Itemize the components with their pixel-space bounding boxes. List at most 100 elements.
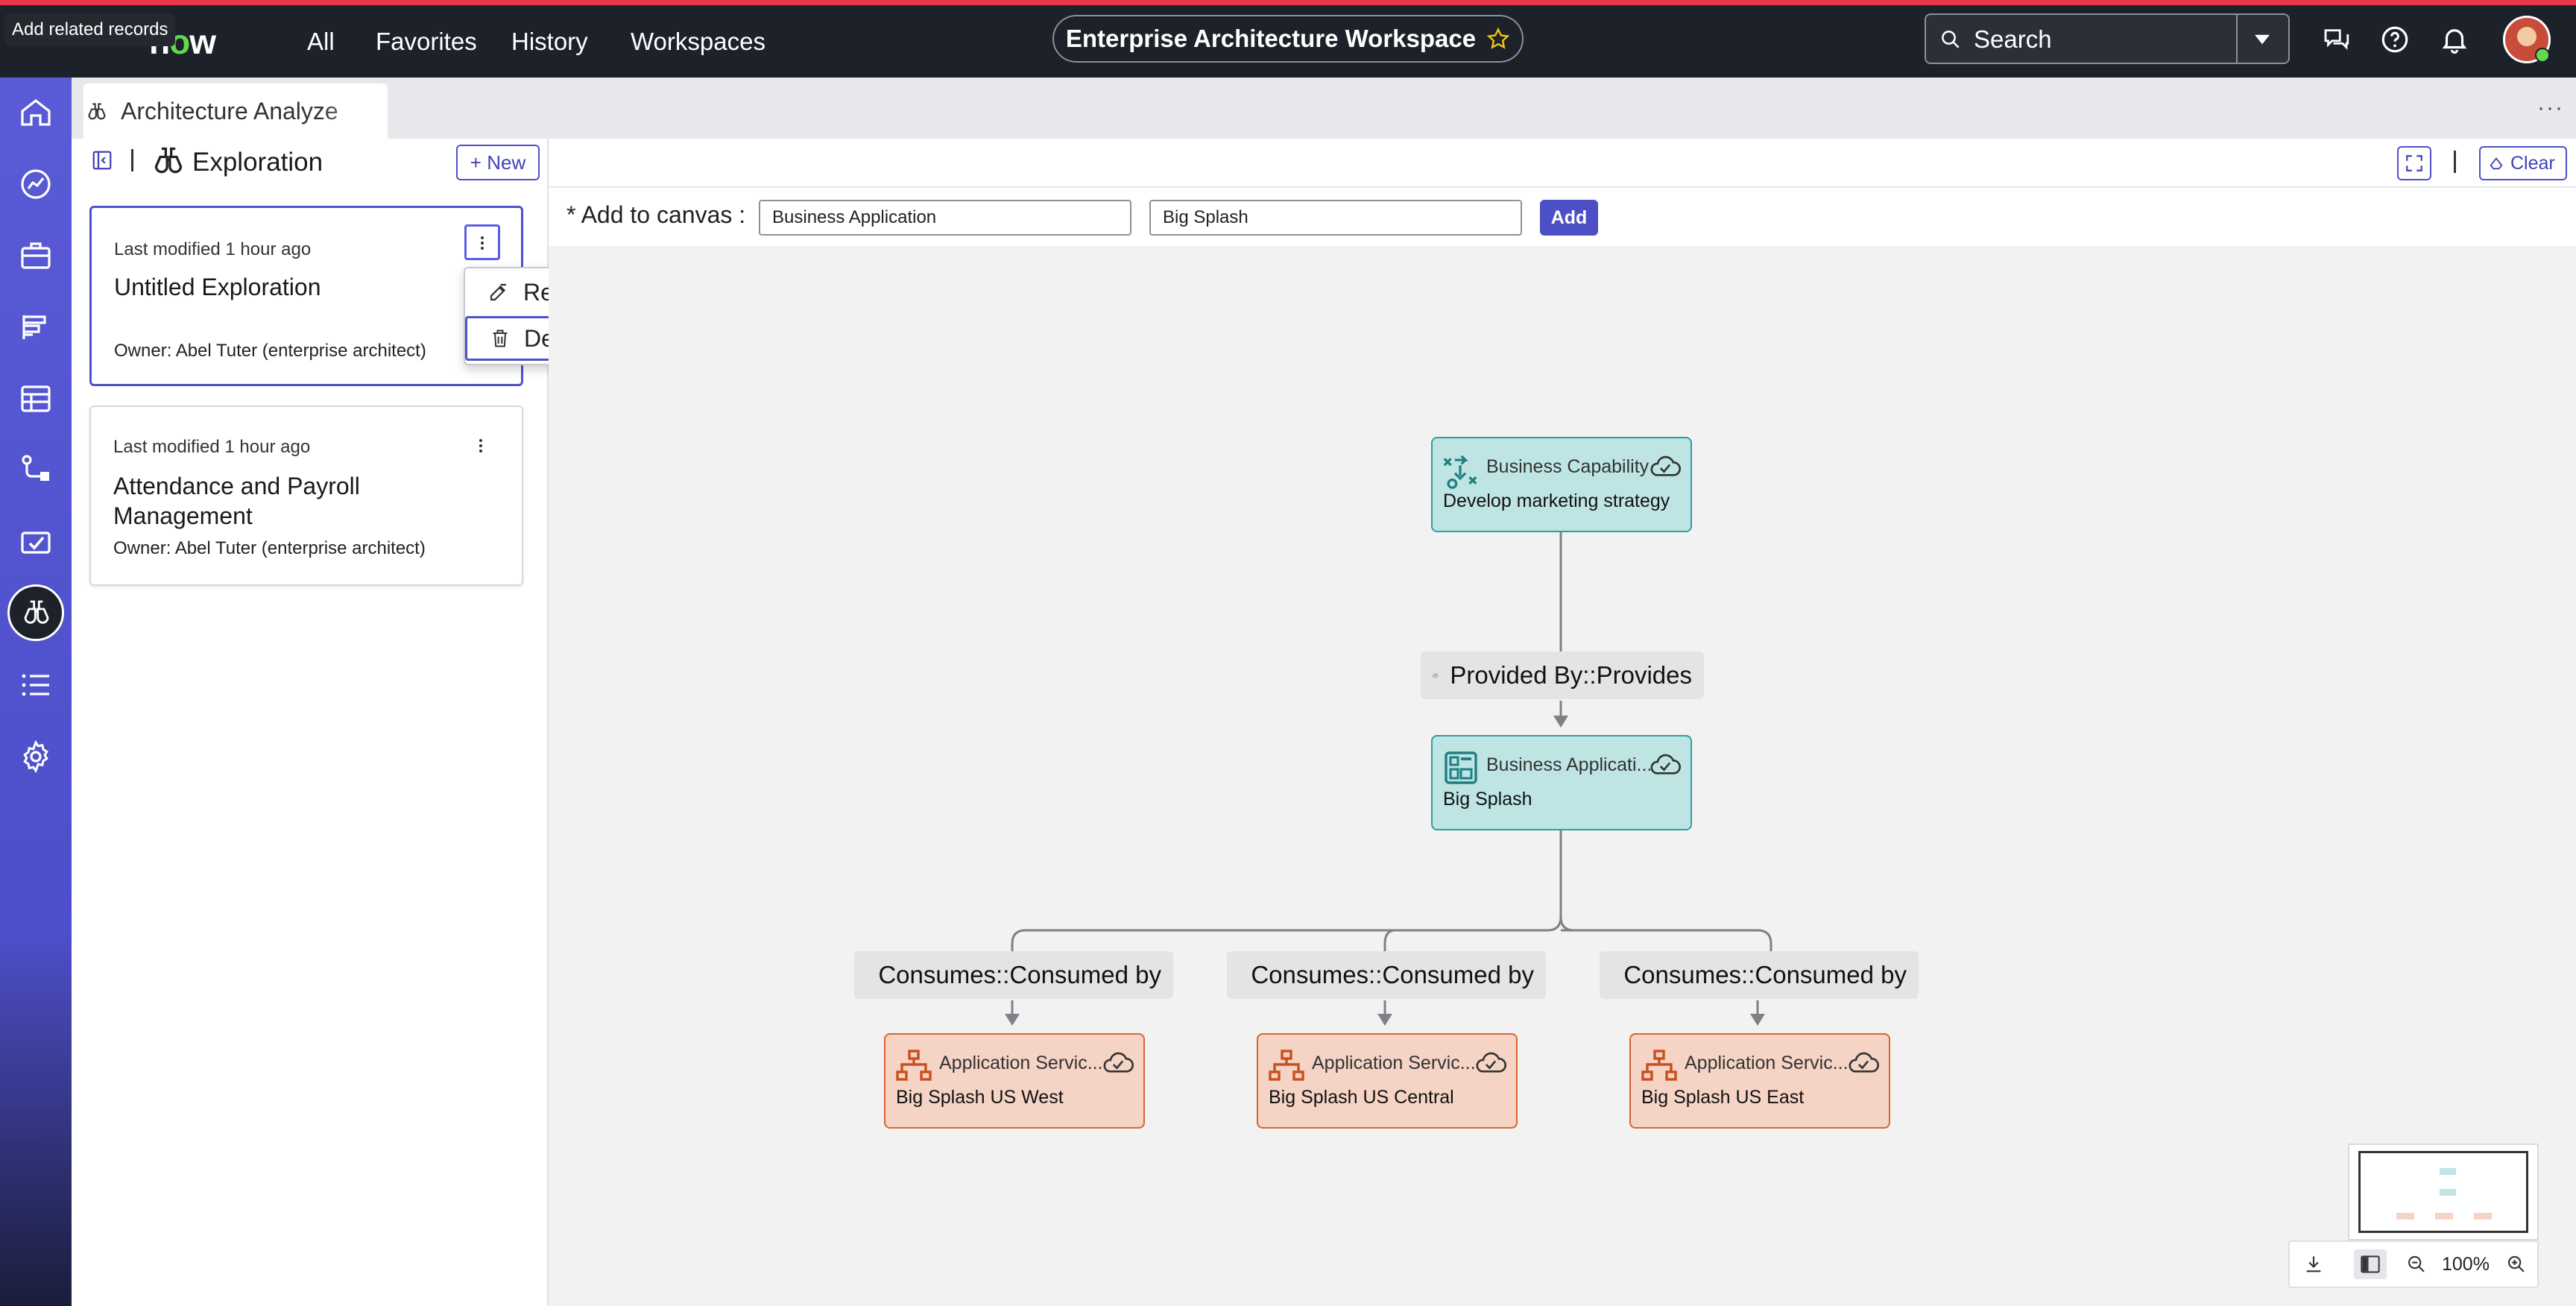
minimap-node: [2435, 1213, 2453, 1220]
edge-label-text: Consumes::Consumed by: [1251, 961, 1534, 988]
star-icon[interactable]: [1486, 27, 1510, 51]
more-vertical-icon[interactable]: [476, 437, 485, 455]
fullscreen-button[interactable]: [2397, 146, 2431, 180]
search-divider: [2236, 15, 2238, 63]
record-input[interactable]: Big Splash: [1149, 200, 1522, 236]
node-name: Big Splash: [1443, 789, 1532, 810]
node-type: Business Capability: [1486, 456, 1650, 477]
roadmap-icon[interactable]: [18, 309, 54, 345]
card-more-options-button[interactable]: [464, 224, 500, 260]
map-icon: [2361, 1255, 2380, 1273]
workflow-icon[interactable]: [18, 452, 54, 488]
application-icon: [1445, 751, 1477, 784]
more-vertical-icon: [481, 236, 484, 250]
briefcase-icon[interactable]: [18, 238, 54, 274]
search-scope-chevron-down-icon[interactable]: [2251, 30, 2273, 49]
cloud-check-icon: [1849, 1052, 1879, 1073]
settings-gear-icon[interactable]: [18, 739, 54, 775]
edge-label-consumes-west[interactable]: Consumes::Consumed by: [854, 951, 1173, 999]
home-icon[interactable]: [18, 95, 54, 130]
database-table-icon[interactable]: [18, 381, 54, 417]
tooltip: Add related records: [4, 13, 176, 46]
node-business-capability[interactable]: Business Capability Develop marketing st…: [1431, 437, 1692, 532]
edit-pencil-icon: [490, 283, 506, 301]
collapse-panel-icon[interactable]: [91, 149, 113, 171]
zoom-in-icon[interactable]: [2506, 1254, 2527, 1275]
card-last-modified: Last modified 1 hour ago: [114, 239, 312, 259]
list-icon[interactable]: [18, 667, 54, 703]
node-business-application[interactable]: Business Applicati... Big Splash: [1431, 735, 1692, 830]
top-navigation-bar: now All Favorites History Workspaces Ent…: [0, 0, 2576, 78]
minimap-node: [2396, 1213, 2414, 1220]
cloud-check-icon: [1476, 1052, 1506, 1073]
notification-bell-icon[interactable]: [2439, 24, 2470, 55]
clear-button[interactable]: Clear: [2479, 146, 2567, 180]
minimap-node: [2440, 1189, 2456, 1196]
class-input[interactable]: Business Application: [759, 200, 1131, 236]
assessment-icon[interactable]: [18, 524, 54, 560]
service-hierarchy-icon: [1269, 1050, 1304, 1081]
node-type: Business Applicati...: [1486, 754, 1652, 775]
new-exploration-button[interactable]: + New: [456, 145, 540, 180]
workspace-title-pill[interactable]: Enterprise Architecture Workspace: [1052, 15, 1524, 63]
trash-icon: [493, 329, 508, 347]
nav-history[interactable]: History: [511, 28, 588, 56]
online-status-dot: [2535, 48, 2550, 63]
user-avatar[interactable]: [2503, 16, 2551, 63]
card-owner: Owner: Abel Tuter (enterprise architect): [113, 538, 426, 558]
add-to-canvas-button[interactable]: Add: [1540, 200, 1598, 236]
tab-architecture-analyzer[interactable]: Architecture Analyze: [83, 83, 388, 139]
node-name: Big Splash US Central: [1269, 1087, 1454, 1108]
tab-label: Architecture Analyze: [121, 98, 338, 124]
workspace-title: Enterprise Architecture Workspace: [1065, 25, 1477, 52]
node-type: Application Servic...: [1312, 1053, 1476, 1073]
minimap-node: [2474, 1213, 2492, 1220]
minimap-toggle-button[interactable]: [2354, 1249, 2387, 1279]
card-last-modified: Last modified 1 hour ago: [113, 437, 311, 457]
download-icon[interactable]: [2303, 1254, 2324, 1275]
node-application-service-west[interactable]: Application Servic... Big Splash US West: [884, 1033, 1145, 1129]
zoom-controls: 100%: [2288, 1240, 2539, 1288]
node-application-service-east[interactable]: Application Servic... Big Splash US East: [1629, 1033, 1890, 1129]
nav-workspaces[interactable]: Workspaces: [631, 28, 765, 56]
binoculars-icon: [24, 600, 49, 624]
global-search[interactable]: Search: [1925, 13, 2290, 64]
toolbar-divider: [2454, 151, 2456, 173]
node-type: Application Servic...: [939, 1053, 1103, 1073]
zoom-out-icon[interactable]: [2406, 1254, 2427, 1275]
add-to-canvas-label: * Add to canvas :: [566, 201, 746, 228]
tab-overflow-more-icon[interactable]: ···: [2537, 95, 2564, 121]
avatar-face: [2517, 27, 2536, 46]
card-title[interactable]: Untitled Exploration: [114, 274, 321, 301]
nav-all[interactable]: All: [307, 28, 335, 56]
edge-label-provided-by[interactable]: Provided By::Provides: [1421, 652, 1704, 699]
cloud-icon: [1433, 673, 1439, 678]
edge-label-consumes-central[interactable]: Consumes::Consumed by: [1227, 951, 1546, 999]
canvas-toolbar: Clear: [549, 139, 2576, 188]
left-icon-rail: [0, 78, 72, 1306]
edge-label-text: Consumes::Consumed by: [1623, 961, 1907, 988]
node-application-service-central[interactable]: Application Servic... Big Splash US Cent…: [1257, 1033, 1518, 1129]
canvas-minimap[interactable]: [2348, 1143, 2539, 1240]
nav-favorites[interactable]: Favorites: [376, 28, 477, 56]
rail-exploration-active[interactable]: [7, 584, 64, 641]
search-input[interactable]: Search: [1974, 25, 2052, 54]
cloud-check-icon: [1650, 754, 1681, 775]
node-type: Application Servic...: [1685, 1053, 1849, 1073]
edge-label-text: Provided By::Provides: [1450, 661, 1692, 689]
binoculars-icon: [88, 103, 106, 120]
dashboard-icon[interactable]: [18, 166, 54, 202]
service-hierarchy-icon: [896, 1050, 932, 1081]
edge-label-consumes-east[interactable]: Consumes::Consumed by: [1600, 951, 1919, 999]
exploration-card-untitled[interactable]: Last modified 1 hour ago Untitled Explor…: [89, 206, 523, 386]
card-title[interactable]: Attendance and Payroll Management: [113, 471, 441, 531]
chat-icon[interactable]: [2320, 24, 2352, 55]
node-name: Develop marketing strategy: [1443, 490, 1670, 511]
binoculars-icon: [154, 147, 183, 174]
card-owner: Owner: Abel Tuter (enterprise architect): [114, 341, 426, 361]
help-icon[interactable]: [2379, 24, 2411, 55]
service-hierarchy-icon: [1641, 1050, 1677, 1081]
exploration-card-attendance[interactable]: Last modified 1 hour ago Attendance and …: [89, 406, 523, 586]
minimap-viewport[interactable]: [2358, 1151, 2528, 1233]
capability-icon: [1443, 455, 1477, 489]
